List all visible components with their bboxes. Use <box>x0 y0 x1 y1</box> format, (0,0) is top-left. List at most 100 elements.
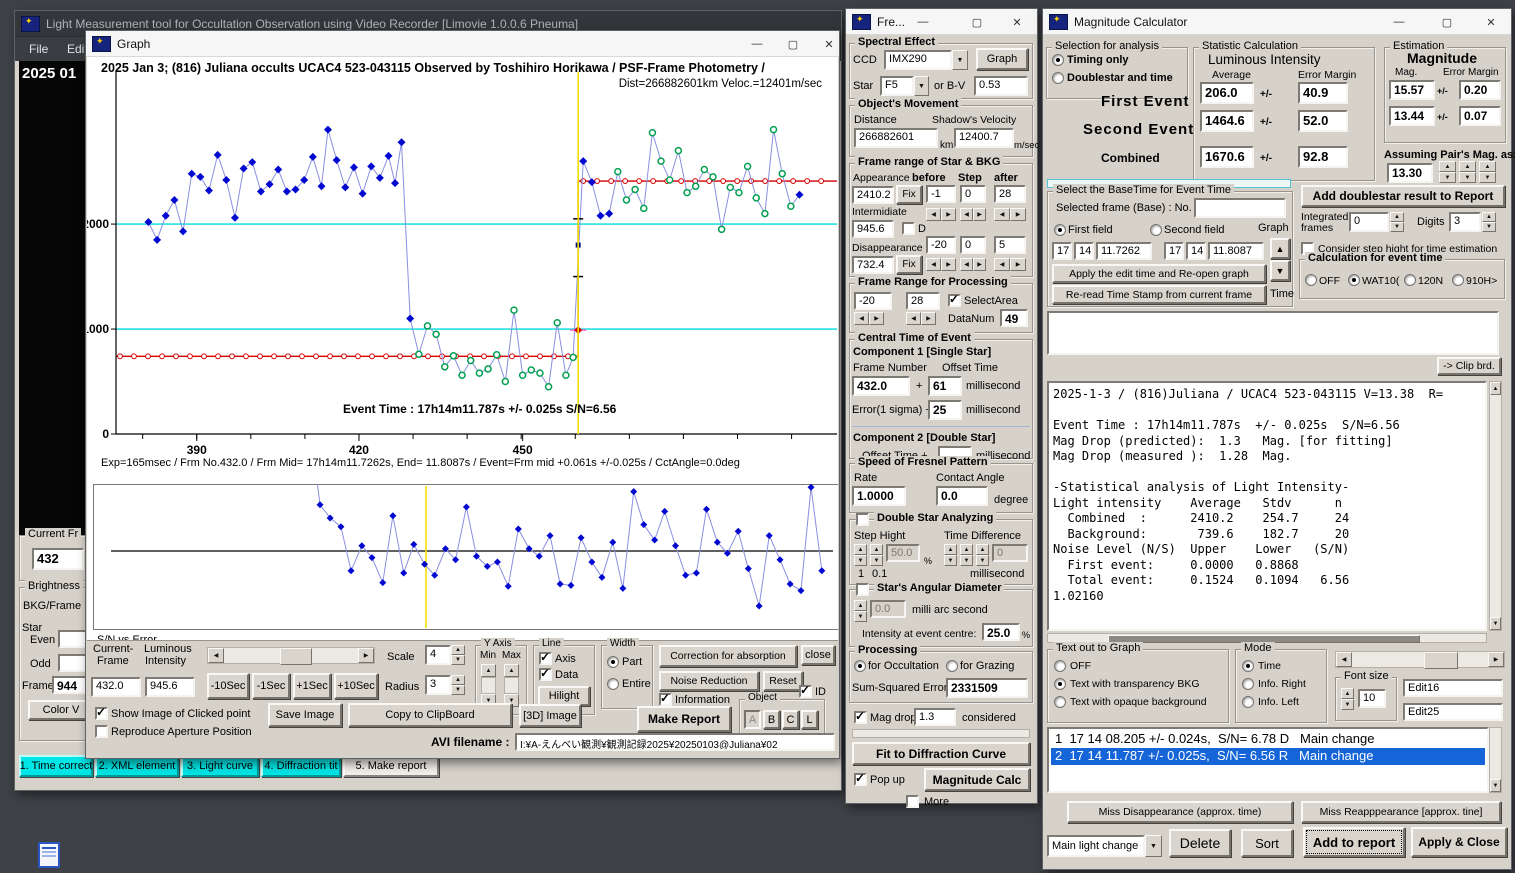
td1-down-icon[interactable]: ▼ <box>944 555 957 566</box>
object-a-button[interactable]: A <box>744 710 761 729</box>
integrated-frames-field[interactable]: 0 <box>1349 212 1389 232</box>
report-vscrollbar[interactable]: ▲ ▼ <box>1489 381 1502 631</box>
video-frame[interactable]: 2025 01 <box>19 61 85 537</box>
text-transparent-radio[interactable] <box>1054 678 1066 690</box>
before-field[interactable]: -1 <box>926 185 956 203</box>
td3-up-icon[interactable]: ▲ <box>976 544 989 555</box>
clip-board-button[interactable]: -> Clip brd. <box>1437 357 1501 375</box>
hilight-button[interactable]: Hilight <box>538 686 590 706</box>
star-dropdown-icon[interactable]: ▼ <box>914 76 929 96</box>
td2-up-icon[interactable]: ▲ <box>960 544 973 555</box>
data-checkbox[interactable] <box>539 666 552 681</box>
delete-button[interactable]: Delete <box>1169 829 1231 857</box>
3d-image-button[interactable]: [3D] Image <box>519 704 581 727</box>
mag-drop-field[interactable]: 1.3 <box>914 708 956 726</box>
event-list[interactable]: 1 17 14 08.205 +/- 0.024s, S/N= 6.78 D M… <box>1047 727 1489 793</box>
desktop-document-icon[interactable] <box>38 842 60 868</box>
information-checkbox[interactable] <box>659 691 672 706</box>
fix-appearance-button[interactable]: Fix <box>896 185 922 204</box>
part-radio[interactable] <box>607 656 619 668</box>
reread-timestamp-button[interactable]: Re-read Time Stamp from current frame <box>1052 285 1266 304</box>
after-right-icon[interactable]: ▶ <box>1010 208 1026 221</box>
sse-field[interactable]: 2331509 <box>946 678 1028 698</box>
t1-min-field[interactable]: 14 <box>1074 242 1094 260</box>
ccd-select[interactable]: IMX290 <box>884 50 952 70</box>
pos-left-icon[interactable]: ◀ <box>1336 652 1352 667</box>
as2-up-icon[interactable]: ▲ <box>1459 161 1476 172</box>
d-checkbox[interactable] <box>902 222 915 235</box>
id-checkbox[interactable] <box>799 683 812 698</box>
mag-drop-checkbox[interactable] <box>854 709 867 724</box>
mode-time-radio[interactable] <box>1242 660 1254 672</box>
reset-button[interactable]: Reset <box>763 671 803 691</box>
after-field[interactable]: 28 <box>994 185 1026 203</box>
scale-down-icon[interactable]: ▼ <box>451 655 465 665</box>
combined-err-field[interactable]: 92.8 <box>1298 146 1348 168</box>
radius-field[interactable]: 3 <box>425 675 451 695</box>
ang-down-icon[interactable]: ▼ <box>854 611 867 622</box>
d-step-field[interactable]: 0 <box>960 236 986 254</box>
range-start-left-icon[interactable]: ◀ <box>854 312 869 325</box>
distance-field[interactable]: 266882601 <box>854 128 938 148</box>
ang-up-icon[interactable]: ▲ <box>854 600 867 611</box>
luminous-intensity-field[interactable]: 945.6 <box>145 677 195 697</box>
fresnel-close-button[interactable]: ✕ <box>1002 9 1032 35</box>
reproduce-aperture-checkbox[interactable] <box>95 725 108 738</box>
range-end-field[interactable]: 28 <box>906 292 940 310</box>
light-change-dropdown-icon[interactable]: ▼ <box>1145 835 1162 857</box>
range-start-field[interactable]: -20 <box>854 292 892 310</box>
edit25-field[interactable]: Edit25 <box>1403 703 1503 721</box>
event-list-row-2[interactable]: 2 17 14 11.787 +/- 0.025s, S/N= 6.56 R M… <box>1051 748 1485 765</box>
timing-step-1[interactable]: 1. Time correct <box>19 755 93 777</box>
step-field[interactable]: 0 <box>960 185 986 203</box>
object-l-button[interactable]: L <box>801 710 818 729</box>
minus-10sec-button[interactable]: -10Sec <box>207 673 249 699</box>
rate-field[interactable]: 1.0000 <box>852 486 906 506</box>
sh1-up-icon[interactable]: ▲ <box>854 544 867 555</box>
int-down-icon[interactable]: ▼ <box>1390 222 1404 232</box>
second-mag-err-field[interactable]: 0.07 <box>1459 106 1501 126</box>
scroll-right-icon[interactable]: ▶ <box>358 648 374 663</box>
datanum-field[interactable]: 49 <box>1000 309 1028 327</box>
radius-up-icon[interactable]: ▲ <box>451 675 465 685</box>
frame-scrollbar[interactable]: ◀ ▶ <box>207 647 375 665</box>
first-avg-field[interactable]: 206.0 <box>1200 82 1254 104</box>
list-scroll-down-icon[interactable]: ▼ <box>1490 779 1501 792</box>
d-before-right-icon[interactable]: ▶ <box>941 258 956 271</box>
mode-info-left-radio[interactable] <box>1242 696 1254 708</box>
add-to-report-button[interactable]: Add to report <box>1303 827 1405 857</box>
before-left-icon[interactable]: ◀ <box>926 208 941 221</box>
text-off-radio[interactable] <box>1054 660 1066 672</box>
td3-down-icon[interactable]: ▼ <box>976 555 989 566</box>
scroll-left-icon[interactable]: ◀ <box>208 648 224 663</box>
d-step-left-icon[interactable]: ◀ <box>960 258 973 271</box>
object-c-button[interactable]: C <box>782 710 799 729</box>
apply-edit-time-button[interactable]: Apply the edit time and Re-open graph <box>1052 264 1266 283</box>
add-doublestar-button[interactable]: Add doublestar result to Report <box>1301 185 1505 207</box>
occultation-radio[interactable] <box>854 660 866 672</box>
graph-close-button[interactable]: ✕ <box>813 31 845 57</box>
as1-up-icon[interactable]: ▲ <box>1439 161 1456 172</box>
d-step-right-icon[interactable]: ▶ <box>973 258 986 271</box>
d-after-left-icon[interactable]: ◀ <box>994 258 1010 271</box>
mode-info-right-radio[interactable] <box>1242 678 1254 690</box>
magcalc-minimize-button[interactable]: — <box>1383 9 1415 35</box>
avi-filename-field[interactable]: I:¥A-えんべい観測¥観測記録2025¥20250103@Juliana¥02… <box>515 733 835 751</box>
fit-diffraction-button[interactable]: Fit to Diffraction Curve <box>852 742 1030 765</box>
second-err-field[interactable]: 52.0 <box>1298 110 1348 132</box>
timing-only-radio[interactable] <box>1052 54 1064 66</box>
time-diff-field[interactable]: 0 <box>992 544 1028 562</box>
sort-button[interactable]: Sort <box>1241 829 1293 857</box>
event-list-scrollbar[interactable]: ▼ <box>1489 727 1502 793</box>
step-right-icon[interactable]: ▶ <box>973 208 986 221</box>
as3-down-icon[interactable]: ▼ <box>1479 172 1496 183</box>
report-scroll-down-icon[interactable]: ▼ <box>1490 617 1501 630</box>
off-radio[interactable] <box>1305 274 1317 286</box>
t1-hour-field[interactable]: 17 <box>1052 242 1072 260</box>
contact-angle-field[interactable]: 0.0 <box>936 486 988 506</box>
current-frame-field[interactable]: 432 <box>32 548 84 570</box>
t2-min-field[interactable]: 14 <box>1186 242 1206 260</box>
plus-10sec-button[interactable]: +10Sec <box>334 673 378 699</box>
graph-up-button[interactable]: ▲ <box>1270 238 1290 259</box>
range-end-left-icon[interactable]: ◀ <box>906 312 921 325</box>
